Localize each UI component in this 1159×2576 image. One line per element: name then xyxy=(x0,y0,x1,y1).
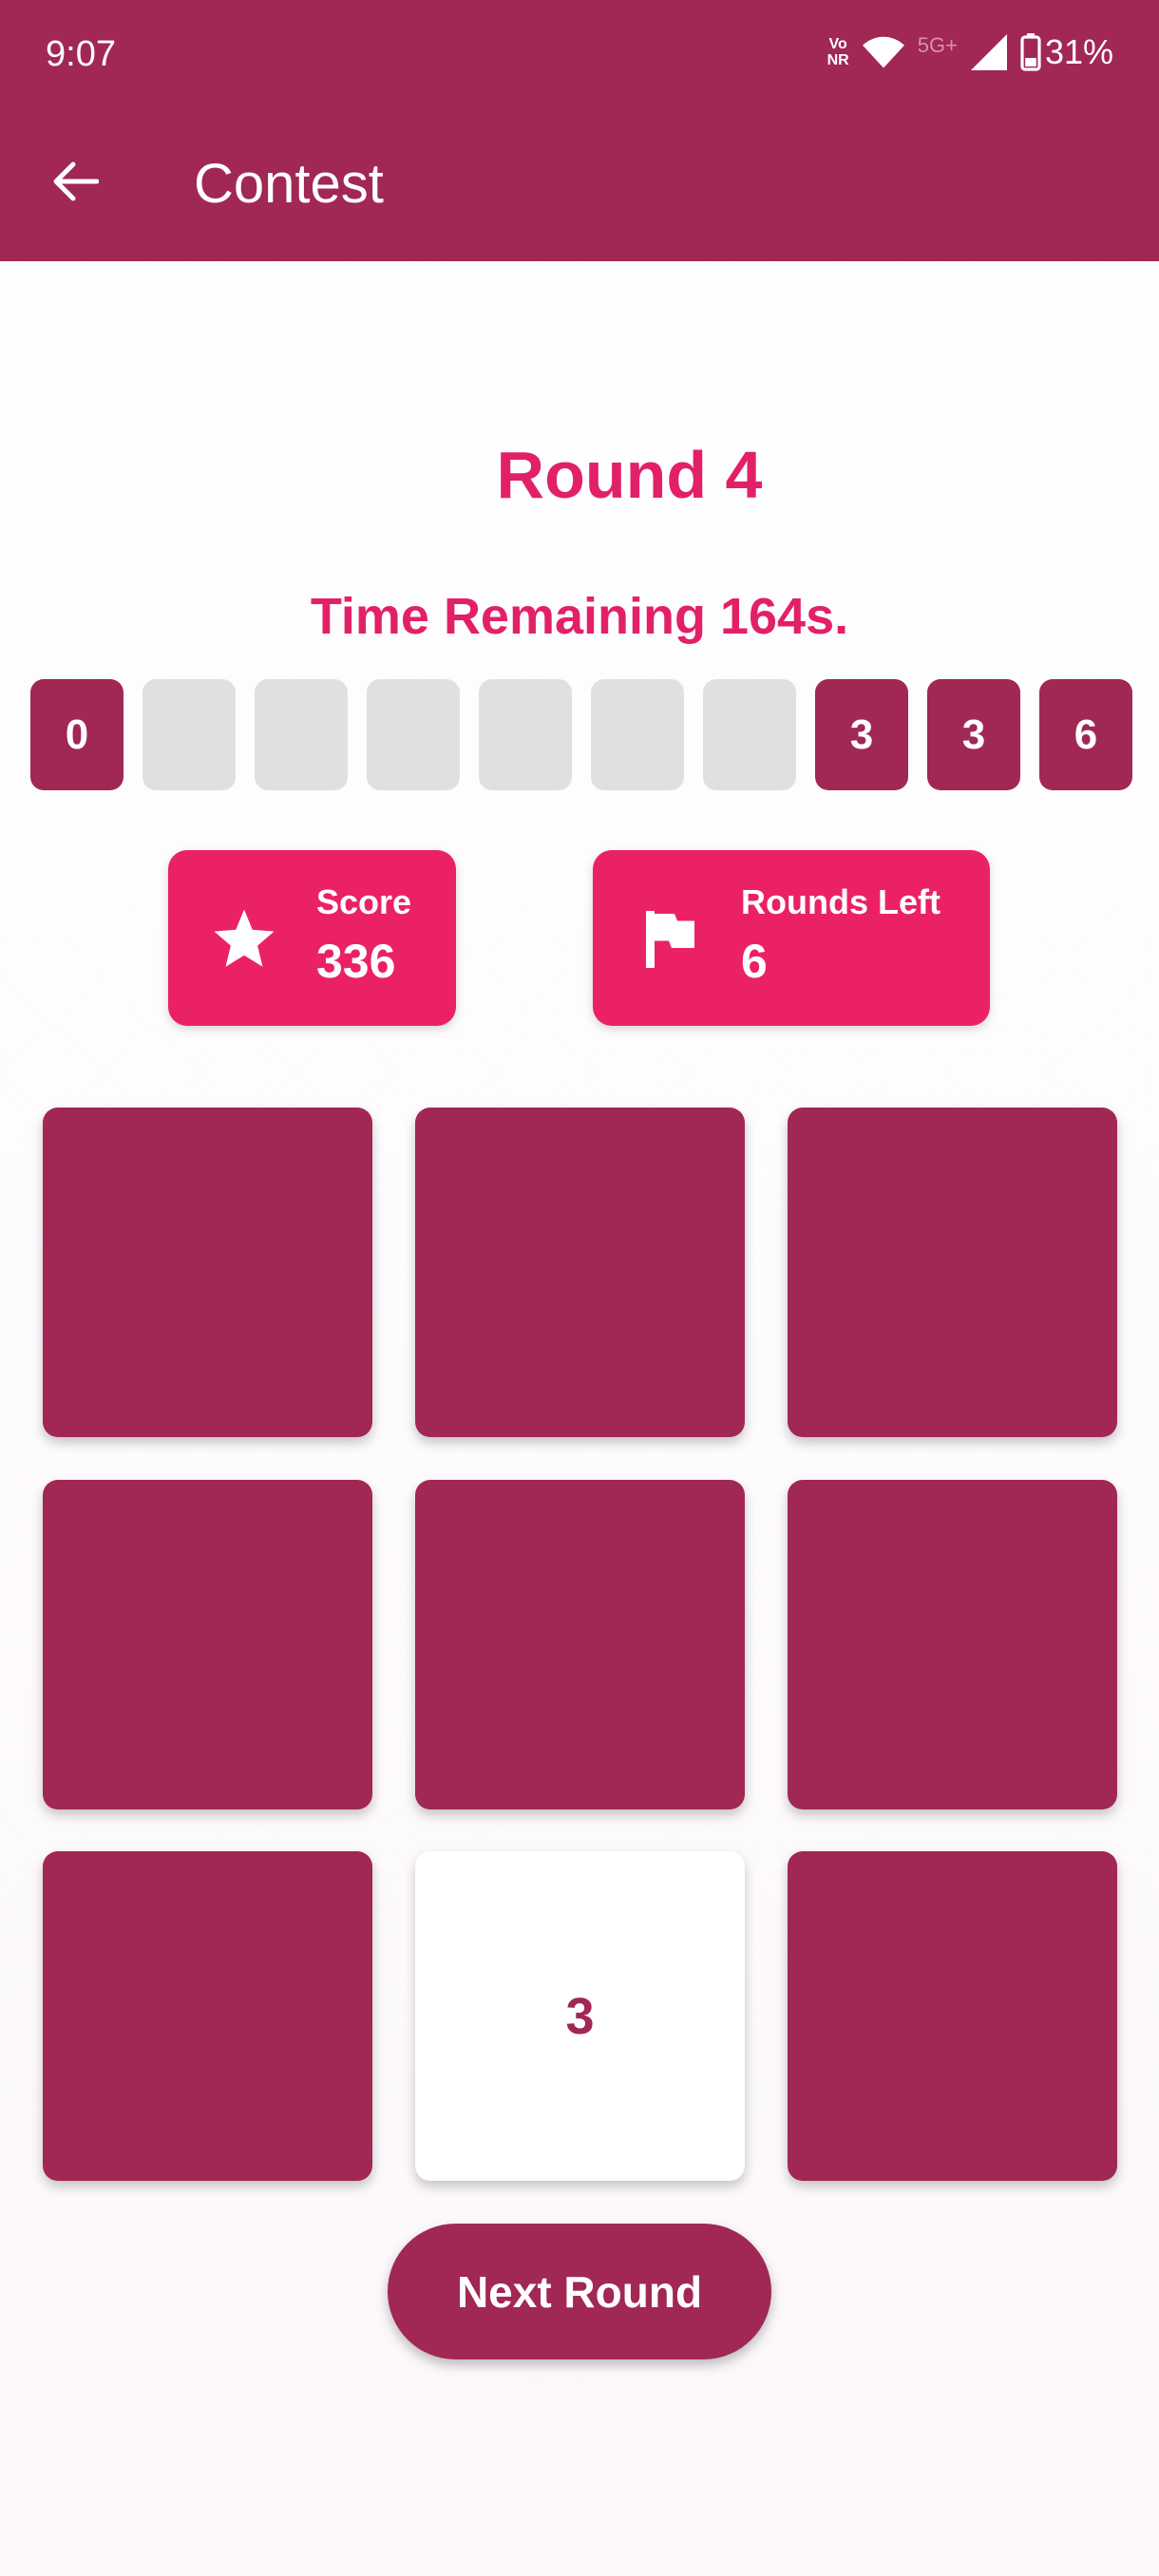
signal-icon xyxy=(970,34,1007,70)
arrow-left-icon xyxy=(53,161,99,201)
battery-icon xyxy=(1020,33,1041,71)
grid-tile[interactable] xyxy=(415,1108,745,1437)
digit-slot xyxy=(367,679,460,790)
digit-slot: 3 xyxy=(815,679,908,790)
score-value: 336 xyxy=(316,935,396,988)
digit-slot: 6 xyxy=(1039,679,1132,790)
rounds-left-label: Rounds Left xyxy=(741,882,940,921)
digit-slot xyxy=(255,679,348,790)
battery-level: 31% xyxy=(1044,32,1113,71)
next-round-button[interactable]: Next Round xyxy=(388,2224,771,2359)
rounds-left-card: Rounds Left 6 xyxy=(593,850,990,1026)
grid-tile[interactable] xyxy=(415,1480,745,1809)
status-icons: Vo NR 5G+ 31% xyxy=(827,32,1113,72)
digit-slot xyxy=(479,679,572,790)
back-button[interactable] xyxy=(42,148,108,215)
score-label: Score xyxy=(316,882,412,921)
round-label: Round 4 xyxy=(496,438,763,512)
app-bar: 9:07 Vo NR 5G+ 31% Contest xyxy=(0,0,1159,261)
digit-slot xyxy=(142,679,236,790)
score-card: Score 336 xyxy=(168,850,456,1026)
status-time: 9:07 xyxy=(46,34,116,74)
wifi-icon xyxy=(862,36,904,68)
star-icon xyxy=(214,909,275,967)
timer-label: Time Remaining 164s. xyxy=(310,588,849,645)
page-title: Contest xyxy=(194,153,384,215)
rounds-left-value: 6 xyxy=(741,935,768,988)
grid-tile[interactable] xyxy=(43,1851,372,2181)
digit-slot xyxy=(703,679,796,790)
digit-slot: 3 xyxy=(927,679,1020,790)
flag-icon xyxy=(646,911,694,968)
battery: 31% xyxy=(1020,32,1113,72)
grid-tile[interactable]: 3 xyxy=(415,1851,745,2181)
volte-icon: Vo NR xyxy=(826,36,849,68)
digit-slot: 0 xyxy=(30,679,124,790)
grid-tile[interactable] xyxy=(43,1480,372,1809)
grid-tile[interactable] xyxy=(788,1108,1117,1437)
network-type: 5G+ xyxy=(917,33,958,57)
grid-tile[interactable] xyxy=(788,1480,1117,1809)
digit-slot xyxy=(591,679,684,790)
digit-display: 0 3 3 6 xyxy=(30,679,1132,790)
grid-tile[interactable] xyxy=(43,1108,372,1437)
grid-tile[interactable] xyxy=(788,1851,1117,2181)
